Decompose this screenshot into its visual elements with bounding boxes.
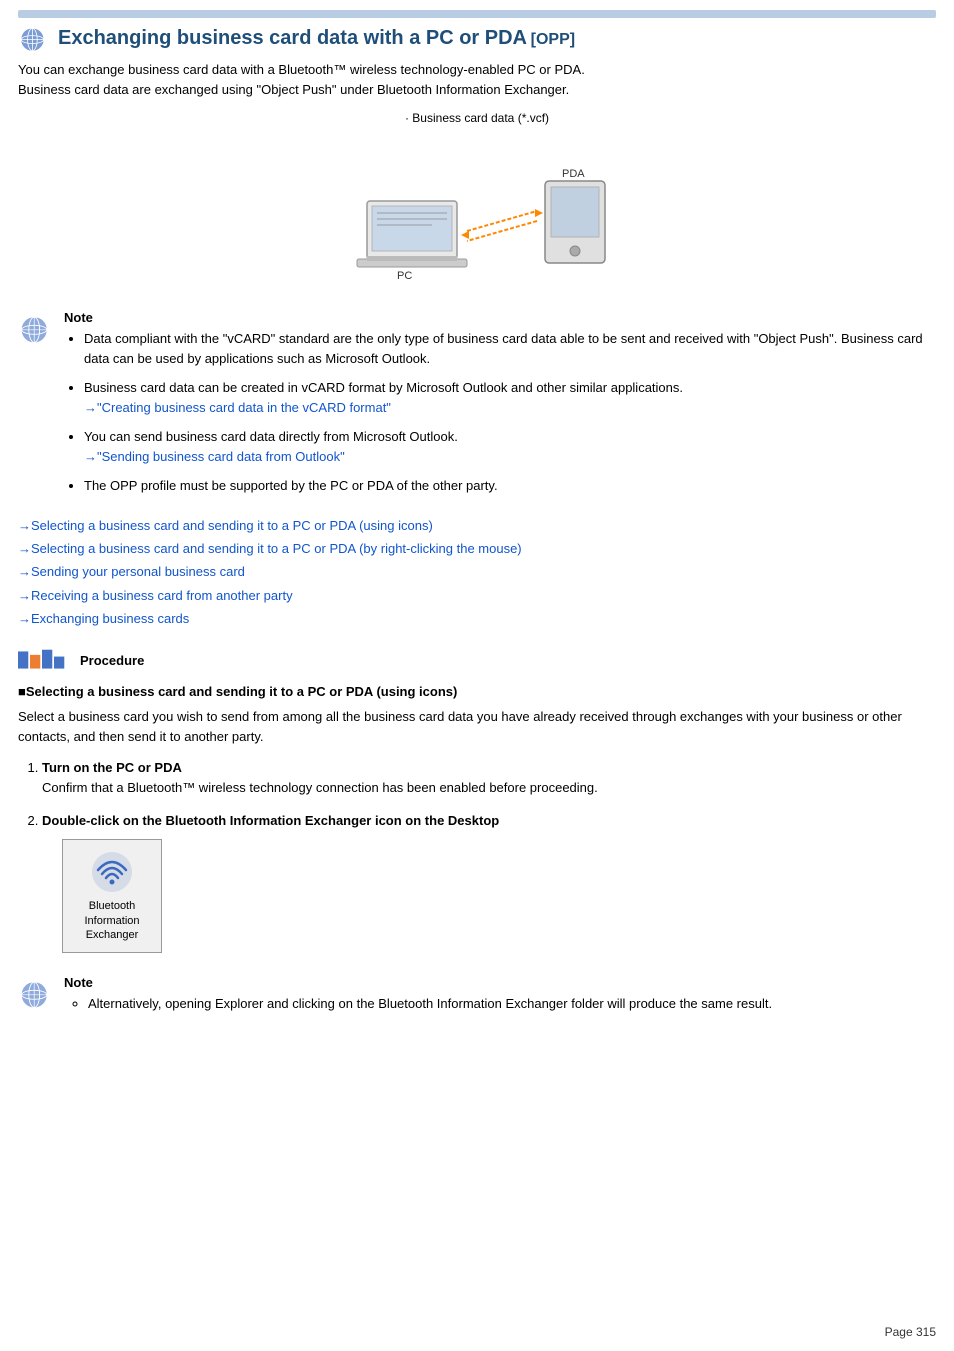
diagram-caption: · Business card data (*.vcf) (18, 111, 936, 125)
note1-item-1: Data compliant with the "vCARD" standard… (84, 329, 936, 368)
bluetooth-wifi-icon (90, 850, 134, 894)
note2-item-1: Alternatively, opening Explorer and clic… (88, 994, 772, 1014)
procedure-header: Procedure (18, 646, 936, 674)
bluetooth-globe-icon (18, 22, 50, 54)
steps: Turn on the PC or PDA Confirm that a Blu… (18, 758, 936, 961)
diagram-svg: PDA PC (307, 131, 647, 294)
title-section: Exchanging business card data with a PC … (18, 22, 936, 54)
intro-text: You can exchange business card data with… (18, 60, 936, 99)
bt-label: BluetoothInformationExchanger (77, 899, 147, 942)
procedure-label: Procedure (80, 653, 144, 668)
note1-content: Note Data compliant with the "vCARD" sta… (64, 310, 936, 506)
step-2: Double-click on the Bluetooth Informatio… (42, 811, 936, 961)
section-desc: Select a business card you wish to send … (18, 707, 936, 746)
page-title: Exchanging business card data with a PC … (58, 27, 575, 50)
procedure-section: Procedure ■Selecting a business card and… (18, 646, 936, 961)
note1-list: Data compliant with the "vCARD" standard… (64, 329, 936, 496)
page-number: Page 315 (885, 1325, 936, 1339)
svg-text:PDA: PDA (562, 168, 585, 180)
procedure-icon (18, 646, 66, 674)
note1-item-2: Business card data can be created in vCA… (84, 378, 936, 417)
note2-list: Alternatively, opening Explorer and clic… (64, 994, 772, 1014)
link-vcf[interactable]: →"Creating business card data in the vCA… (84, 400, 391, 415)
top-bar (18, 10, 936, 18)
section-heading: ■Selecting a business card and sending i… (18, 684, 936, 699)
step-2-title: Double-click on the Bluetooth Informatio… (42, 811, 936, 831)
bluetooth-icon-box: BluetoothInformationExchanger (62, 839, 162, 953)
nav-link-3[interactable]: →Sending your personal business card (18, 560, 936, 583)
nav-links: →Selecting a business card and sending i… (18, 514, 936, 631)
svg-text:PC: PC (397, 270, 412, 282)
nav-link-5[interactable]: →Exchanging business cards (18, 607, 936, 630)
nav-link-1[interactable]: →Selecting a business card and sending i… (18, 514, 936, 537)
note2-icon (18, 975, 54, 1011)
note1-section: Note Data compliant with the "vCARD" sta… (18, 310, 936, 506)
step-1-title: Turn on the PC or PDA (42, 758, 936, 778)
note1-item-3: You can send business card data directly… (84, 427, 936, 466)
note2-section: Note Alternatively, opening Explorer and… (18, 975, 936, 1020)
nav-link-4[interactable]: →Receiving a business card from another … (18, 584, 936, 607)
note-icon (18, 310, 54, 346)
link-outlook[interactable]: →"Sending business card data from Outloo… (84, 449, 345, 464)
step-1-desc: Confirm that a Bluetooth™ wireless techn… (42, 778, 936, 798)
diagram-area: · Business card data (*.vcf) (18, 111, 936, 294)
note1-item-4: The OPP profile must be supported by the… (84, 476, 936, 496)
note2-content: Note Alternatively, opening Explorer and… (64, 975, 772, 1020)
nav-link-2[interactable]: →Selecting a business card and sending i… (18, 537, 936, 560)
step-1: Turn on the PC or PDA Confirm that a Blu… (42, 758, 936, 797)
